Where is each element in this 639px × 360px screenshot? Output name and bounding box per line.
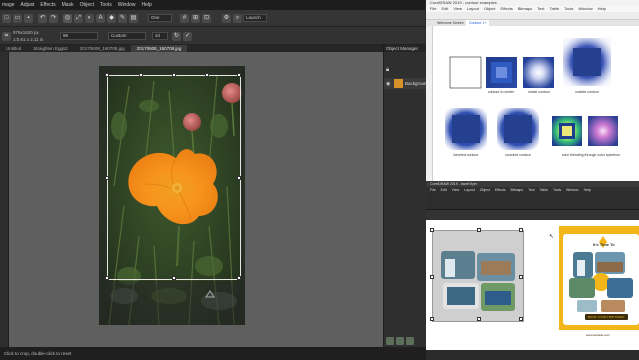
brush-icon[interactable]: ✎ bbox=[118, 14, 127, 23]
launch-dropdown[interactable]: Launch bbox=[243, 14, 267, 22]
zoom-icon[interactable]: ⌕ bbox=[233, 14, 242, 23]
crop-handle-top-3[interactable] bbox=[205, 73, 209, 77]
dpi-field[interactable]: 96 bbox=[60, 32, 98, 40]
poster-art bbox=[569, 236, 633, 312]
select-handle-r[interactable] bbox=[519, 275, 523, 279]
collage-art bbox=[441, 251, 515, 311]
redo-icon[interactable]: ↷ bbox=[49, 14, 58, 23]
menu-item-window[interactable]: Window bbox=[118, 2, 136, 8]
travel-poster[interactable]: It's Time To BOOK YOUR TRIP TODAY bbox=[563, 234, 639, 325]
design-bottom-toolbar bbox=[426, 193, 639, 210]
photo-collage-card[interactable] bbox=[430, 228, 524, 322]
menu-item-tools[interactable]: Tools bbox=[100, 2, 112, 8]
mouse-cursor-icon: ↖ bbox=[549, 234, 555, 240]
select-handle-tr[interactable] bbox=[519, 228, 523, 232]
tab-untitled[interactable]: Untitled bbox=[0, 45, 27, 52]
panel-title: Object Manager bbox=[384, 45, 426, 52]
width-field[interactable]: 34 bbox=[152, 32, 168, 40]
transform-icon[interactable]: ⤢ bbox=[74, 14, 83, 23]
lock-icon[interactable]: 🔒︎ bbox=[386, 67, 393, 74]
delete-layer-icon[interactable] bbox=[406, 337, 414, 345]
poster-title: It's Time To bbox=[593, 242, 615, 247]
document-tabs: Untitled Straighten Eggs2 20170608_16070… bbox=[0, 45, 383, 52]
crop-handle-bottom-right[interactable] bbox=[237, 276, 241, 280]
crop-handle-left[interactable] bbox=[105, 176, 109, 180]
resolution-line-2: 1:0.61 x 2.11 in bbox=[13, 37, 44, 42]
object-manager-panel: Object Manager 🔒︎ ◉ Background bbox=[383, 45, 429, 347]
mask-icon[interactable]: ◐ bbox=[85, 14, 94, 23]
label-contour-to-center: contour to center bbox=[487, 90, 515, 94]
crop-icon[interactable]: ⌗ bbox=[2, 32, 11, 41]
panel-buttons bbox=[386, 337, 414, 345]
label-beveled-contour: beveled contour bbox=[453, 153, 479, 157]
guides-icon[interactable]: ⊡ bbox=[202, 14, 211, 23]
shape-icon[interactable]: ◆ bbox=[107, 14, 116, 23]
crop-handle-top-left[interactable] bbox=[105, 73, 109, 77]
label-outside-contour: outside contour bbox=[575, 90, 599, 94]
open-icon[interactable]: ▭ bbox=[13, 14, 22, 23]
crop-shade-right bbox=[241, 75, 245, 281]
label-color-spectrum: color blending through color spectrum bbox=[561, 153, 621, 157]
apply-icon[interactable]: ✓ bbox=[183, 32, 192, 41]
menu-item-adjust[interactable]: Adjust bbox=[21, 2, 35, 8]
duplicate-layer-icon[interactable] bbox=[396, 337, 404, 345]
book-trip-button[interactable]: BOOK YOUR TRIP TODAY bbox=[585, 314, 628, 320]
aspect-ratio-dropdown[interactable]: Custom bbox=[108, 32, 146, 40]
select-handle-t[interactable] bbox=[477, 228, 481, 232]
visibility-icon[interactable]: ◉ bbox=[386, 81, 392, 87]
crop-rectangle[interactable] bbox=[105, 73, 241, 280]
tab-photo-1[interactable]: 20170608_160708.jpg bbox=[74, 45, 131, 52]
tab-straighten[interactable]: Straighten Eggs2 bbox=[27, 45, 74, 52]
ruler-icon[interactable]: ⊞ bbox=[191, 14, 200, 23]
design-bottom-status bbox=[426, 350, 639, 360]
menu-item-help[interactable]: Help bbox=[142, 2, 152, 8]
editor-menubar: mage Adjust Effects Mask Object Tools Wi… bbox=[0, 0, 425, 10]
select-handle-br[interactable] bbox=[519, 317, 523, 321]
travel-flyer-window: CorelDRAW 2019 - travel flyer File Edit … bbox=[426, 181, 639, 360]
crop-handle-right[interactable] bbox=[237, 176, 241, 180]
select-handle-l[interactable] bbox=[430, 275, 434, 279]
crop-shade-bottom bbox=[99, 281, 245, 325]
poster-website: www.website.com bbox=[586, 333, 610, 337]
grid-icon[interactable]: # bbox=[180, 14, 189, 23]
layer-row-background[interactable]: ◉ Background bbox=[384, 78, 429, 89]
preset-field[interactable]: One bbox=[148, 14, 172, 22]
standard-toolbar: □ ▭ ▪ ↶ ↷ ◎ ⤢ ◐ A ◆ ✎ ▤ One # ⊞ ⊡ ⚙ ⌕ La… bbox=[0, 10, 425, 27]
crop-handle-bottom-left[interactable] bbox=[105, 276, 109, 280]
new-icon[interactable]: □ bbox=[2, 14, 11, 23]
design-bottom-tabs bbox=[426, 210, 639, 220]
menu-item-mask[interactable]: Mask bbox=[62, 2, 74, 8]
menu-item-image[interactable]: mage bbox=[2, 2, 15, 8]
crop-handle-bottom-center[interactable] bbox=[172, 276, 176, 280]
crop-tool-icon[interactable]: ◎ bbox=[63, 14, 72, 23]
crop-handle-top-right[interactable] bbox=[237, 73, 241, 77]
select-handle-b[interactable] bbox=[477, 317, 481, 321]
toolbox bbox=[0, 52, 9, 347]
select-handle-tl[interactable] bbox=[430, 228, 434, 232]
settings-icon[interactable]: ⚙ bbox=[222, 14, 231, 23]
rotate-icon[interactable]: ↻ bbox=[172, 32, 181, 41]
new-layer-icon[interactable] bbox=[386, 337, 394, 345]
layer-thumbnail bbox=[394, 79, 403, 88]
crop-handle-top-center[interactable] bbox=[172, 73, 176, 77]
crop-handle-top-1[interactable] bbox=[139, 73, 143, 77]
save-icon[interactable]: ▪ bbox=[24, 14, 33, 23]
tab-photo-active[interactable]: 20170608_160708.jpg bbox=[130, 45, 188, 52]
property-bar: ⌗ 976x1620 px 1:0.61 x 2.11 in 96 Custom… bbox=[0, 27, 425, 45]
menu-item-object[interactable]: Object bbox=[80, 2, 94, 8]
label-rounded-contour: rounded contour bbox=[505, 153, 531, 157]
resolution-line-1: 976x1620 px bbox=[13, 30, 39, 35]
label-inside-contour: inside contour bbox=[528, 90, 550, 94]
text-icon[interactable]: A bbox=[96, 14, 105, 23]
rotate-handle-icon[interactable] bbox=[204, 289, 216, 299]
select-handle-bl[interactable] bbox=[430, 317, 434, 321]
undo-icon[interactable]: ↶ bbox=[38, 14, 47, 23]
fill-icon[interactable]: ▤ bbox=[129, 14, 138, 23]
contour-examples-window: CorelDRAW 2019 - contour examples File E… bbox=[426, 0, 639, 181]
menu-item-effects[interactable]: Effects bbox=[40, 2, 55, 8]
status-bar: Click to crop, double-click to reset bbox=[0, 347, 426, 360]
